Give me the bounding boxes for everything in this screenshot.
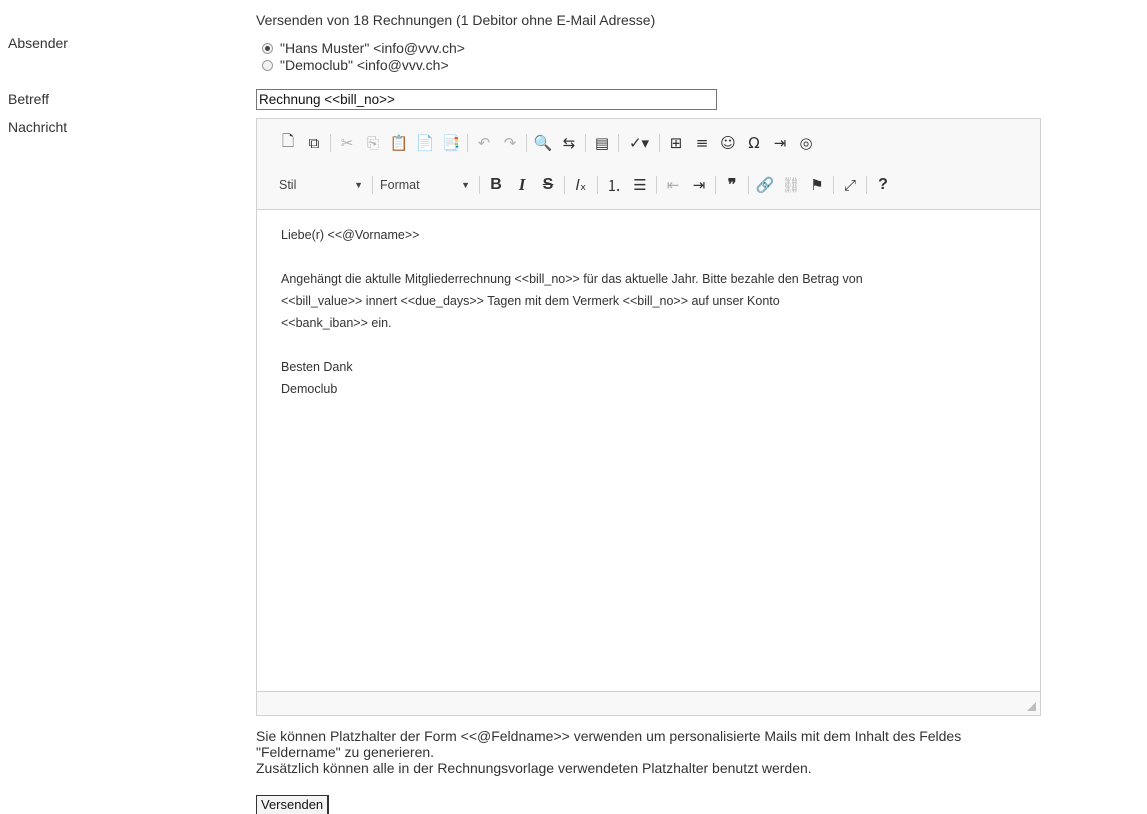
decrease-indent-icon[interactable]: ⇤	[660, 173, 686, 197]
help-button[interactable]: ?	[870, 173, 896, 197]
message-greeting: Liebe(r) <<@Vorname>>	[281, 228, 420, 242]
bold-button[interactable]: B	[483, 173, 509, 197]
send-button[interactable]: Versenden	[256, 795, 330, 814]
sender-option-democlub[interactable]: "Democlub" <info@vvv.ch>	[262, 57, 465, 73]
radio-button-checked[interactable]	[262, 42, 273, 54]
spellcheck-icon[interactable]: ✓▾	[622, 131, 656, 155]
toolbar-separator	[372, 176, 373, 194]
smiley-icon[interactable]: ☺	[715, 131, 741, 155]
toolbar-separator	[659, 134, 660, 152]
special-char-icon[interactable]: Ω	[741, 131, 767, 155]
sender-option-label: "Hans Muster" <info@vvv.ch>	[280, 40, 465, 56]
toolbar-separator	[748, 176, 749, 194]
message-line: <<bank_iban>> ein.	[281, 316, 392, 330]
resize-handle-icon[interactable]	[1027, 702, 1036, 711]
toolbar-separator	[526, 134, 527, 152]
remove-format-icon[interactable]: 𝐼ₓ	[568, 173, 594, 197]
radio-button-unchecked[interactable]	[262, 59, 273, 71]
bulleted-list-icon[interactable]: ☰	[627, 173, 653, 197]
sender-option-hans-muster[interactable]: "Hans Muster" <info@vvv.ch>	[262, 40, 465, 56]
sender-label: Absender	[8, 35, 68, 51]
toolbar-separator	[330, 134, 331, 152]
italic-button[interactable]: I	[509, 173, 535, 197]
editor-toolbar: 🗋 ⧉ ✂ ⎘ 📋 📄 📑 ↶ ↷ 🔍 ⇆ ▤ ✓▾ ⊞ ≡ ☺ Ω ⇥ ◎ S…	[257, 119, 1040, 210]
preview-icon[interactable]: ⧉	[301, 131, 327, 155]
blockquote-icon[interactable]: ❞	[719, 173, 745, 197]
recipients-info: Versenden von 18 Rechnungen (1 Debitor o…	[256, 12, 656, 28]
toolbar-separator	[618, 134, 619, 152]
style-combo-label: Stil	[279, 178, 297, 192]
toolbar-separator	[479, 176, 480, 194]
replace-icon[interactable]: ⇆	[556, 131, 582, 155]
help-line: Sie können Platzhalter der Form <<@Feldn…	[256, 728, 962, 744]
paste-text-icon[interactable]: 📄	[412, 131, 438, 155]
toolbar-separator	[597, 176, 598, 194]
page-break-icon[interactable]: ⇥	[767, 131, 793, 155]
toolbar-row-1: 🗋 ⧉ ✂ ⎘ 📋 📄 📑 ↶ ↷ 🔍 ⇆ ▤ ✓▾ ⊞ ≡ ☺ Ω ⇥ ◎	[275, 131, 819, 155]
link-icon[interactable]: 🔗	[752, 173, 778, 197]
message-line: <<bill_value>> innert <<due_days>> Tagen…	[281, 294, 780, 308]
table-icon[interactable]: ⊞	[663, 131, 689, 155]
subject-input[interactable]: Rechnung <<bill_no>>	[256, 89, 717, 110]
toolbar-row-2: Stil ▼ Format ▼ B I S 𝐼ₓ ⒈ ☰ ⇤ ⇥ ❞ 🔗 ⛓ ⚑…	[275, 173, 896, 197]
chevron-down-icon: ▼	[461, 180, 470, 190]
sender-options: "Hans Muster" <info@vvv.ch> "Democlub" <…	[262, 40, 465, 73]
strikethrough-button[interactable]: S	[535, 173, 561, 197]
toolbar-separator	[656, 176, 657, 194]
message-editor: 🗋 ⧉ ✂ ⎘ 📋 📄 📑 ↶ ↷ 🔍 ⇆ ▤ ✓▾ ⊞ ≡ ☺ Ω ⇥ ◎ S…	[256, 118, 1041, 716]
style-combo[interactable]: Stil ▼	[275, 173, 369, 197]
help-line: "Feldername" zu generieren.	[256, 744, 435, 760]
unlink-icon[interactable]: ⛓	[778, 173, 804, 197]
message-body[interactable]: Liebe(r) <<@Vorname>> Angehängt die aktu…	[257, 210, 1040, 692]
toolbar-separator	[715, 176, 716, 194]
redo-icon[interactable]: ↷	[497, 131, 523, 155]
numbered-list-icon[interactable]: ⒈	[601, 173, 627, 197]
find-icon[interactable]: 🔍	[530, 131, 556, 155]
format-combo[interactable]: Format ▼	[376, 173, 476, 197]
editor-status-bar	[257, 691, 1040, 715]
toolbar-separator	[467, 134, 468, 152]
copy-icon[interactable]: ⎘	[360, 131, 386, 155]
paste-icon[interactable]: 📋	[386, 131, 412, 155]
undo-icon[interactable]: ↶	[471, 131, 497, 155]
toolbar-separator	[585, 134, 586, 152]
format-combo-label: Format	[380, 178, 420, 192]
toolbar-separator	[564, 176, 565, 194]
horizontal-line-icon[interactable]: ≡	[689, 131, 715, 155]
message-line: Angehängt die aktulle Mitgliederrechnung…	[281, 272, 863, 286]
increase-indent-icon[interactable]: ⇥	[686, 173, 712, 197]
toolbar-separator	[866, 176, 867, 194]
maximize-icon[interactable]: ⤢	[837, 173, 863, 197]
paste-word-icon[interactable]: 📑	[438, 131, 464, 155]
sender-option-label: "Democlub" <info@vvv.ch>	[280, 57, 449, 73]
new-page-icon[interactable]: 🗋	[275, 131, 301, 155]
iframe-icon[interactable]: ◎	[793, 131, 819, 155]
select-all-icon[interactable]: ▤	[589, 131, 615, 155]
chevron-down-icon: ▼	[354, 180, 363, 190]
help-line: Zusätzlich können alle in der Rechnungsv…	[256, 760, 812, 776]
toolbar-separator	[833, 176, 834, 194]
subject-label: Betreff	[8, 91, 49, 107]
message-closing: Besten Dank	[281, 360, 353, 374]
message-signature: Democlub	[281, 382, 338, 396]
cut-icon[interactable]: ✂	[334, 131, 360, 155]
placeholder-help: Sie können Platzhalter der Form <<@Feldn…	[256, 728, 961, 776]
message-label: Nachricht	[8, 119, 68, 135]
anchor-flag-icon[interactable]: ⚑	[804, 173, 830, 197]
